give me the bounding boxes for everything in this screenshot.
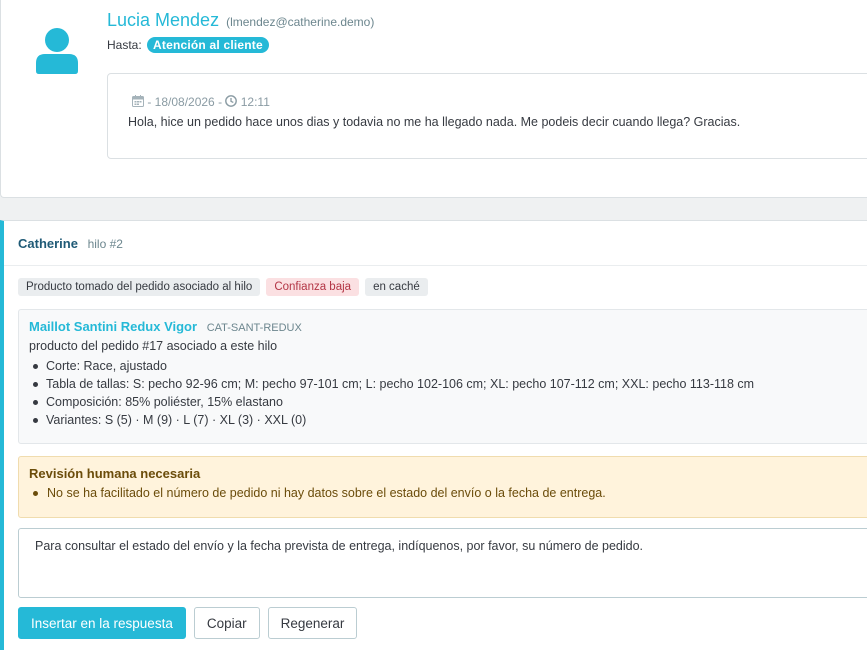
list-item: Variantes: S (5) · M (9) · L (7) · XL (3…: [29, 411, 754, 429]
review-items: No se ha facilitado el número de pedido …: [29, 484, 606, 502]
copy-button[interactable]: Copiar: [193, 607, 260, 639]
chip-product-source: Producto tomado del pedido asociado al h…: [18, 278, 261, 296]
assistant-author: Catherine: [18, 236, 78, 251]
chip-low-confidence: Confianza baja: [266, 278, 360, 296]
list-item: No se ha facilitado el número de pedido …: [29, 484, 606, 502]
recipient-badge: Atención al cliente: [147, 37, 269, 53]
calendar-icon: [132, 95, 144, 107]
status-chips: Producto tomado del pedido asociado al h…: [18, 278, 428, 296]
list-item: Tabla de tallas: S: pecho 92-96 cm; M: p…: [29, 375, 754, 393]
clock-icon: [225, 95, 238, 107]
message-meta: - 18/08/2026 - 12:11: [132, 95, 270, 109]
thread-label: hilo #2: [87, 237, 123, 251]
assistant-panel: Catherine hilo #2 Producto tomado del pe…: [0, 220, 867, 650]
review-title: Revisión humana necesaria: [29, 466, 201, 481]
list-item: Corte: Race, ajustado: [29, 357, 754, 375]
product-context-box: Maillot Santini Redux Vigor CAT-SANT-RED…: [18, 309, 867, 444]
regenerate-button[interactable]: Regenerar: [267, 607, 358, 639]
insert-reply-button[interactable]: Insertar en la respuesta: [18, 607, 186, 639]
sender-header: Lucia Mendez (lmendez@catherine.demo): [107, 10, 374, 31]
message-body: Hola, hice un pedido hace unos dias y to…: [128, 115, 741, 129]
message-box: - 18/08/2026 - 12:11 Hola, hice un pedid…: [107, 73, 867, 159]
suggested-reply-textarea[interactable]: Para consultar el estado del envío y la …: [18, 528, 867, 598]
action-buttons: Insertar en la respuesta Copiar Regenera…: [18, 607, 358, 639]
message-date: - 18/08/2026 -: [147, 95, 223, 109]
customer-message-card: Lucia Mendez (lmendez@catherine.demo) Ha…: [0, 0, 867, 198]
product-details: Corte: Race, ajustado Tabla de tallas: S…: [29, 357, 754, 429]
product-name-link[interactable]: Maillot Santini Redux Vigor: [29, 319, 197, 334]
chip-cached: en caché: [365, 278, 428, 296]
product-title: Maillot Santini Redux Vigor CAT-SANT-RED…: [29, 319, 302, 334]
list-item: Composición: 85% poliéster, 15% elastano: [29, 393, 754, 411]
header-divider: [4, 265, 867, 266]
product-reference: CAT-SANT-REDUX: [206, 322, 302, 334]
sender-email: (lmendez@catherine.demo): [226, 15, 375, 29]
recipient-row: Hasta: Atención al cliente: [107, 37, 269, 53]
assistant-header: Catherine hilo #2: [18, 236, 123, 256]
message-time: 12:11: [240, 95, 270, 109]
sender-name: Lucia Mendez: [107, 10, 220, 30]
user-icon: [36, 28, 78, 74]
product-subtitle: producto del pedido #17 asociado a este …: [29, 339, 278, 353]
to-label: Hasta:: [107, 38, 142, 52]
human-review-alert: Revisión humana necesaria No se ha facil…: [18, 456, 867, 518]
